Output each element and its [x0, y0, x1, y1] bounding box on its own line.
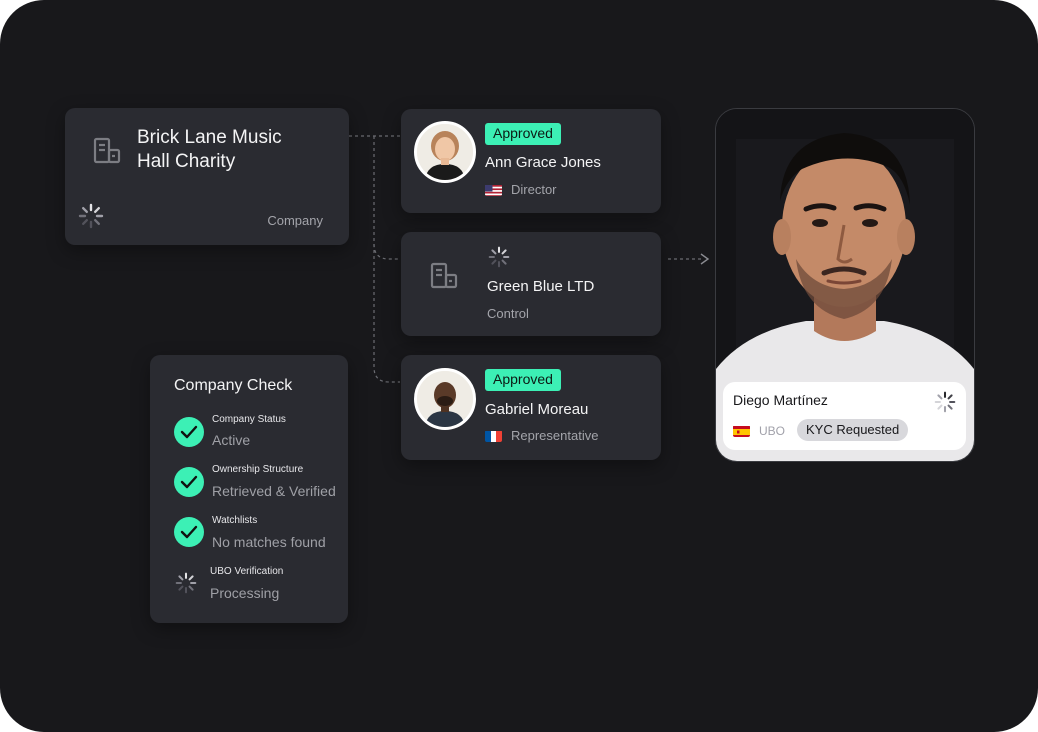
loading-spinner-icon — [934, 391, 956, 413]
ubo-info-panel: Diego Martínez UBO KYC Requested — [723, 382, 966, 450]
check-label: UBO Verification — [210, 566, 284, 577]
check-label: Watchlists — [212, 515, 258, 526]
check-value: Active — [212, 432, 251, 448]
company-check-title: Company Check — [174, 377, 293, 394]
check-label: Ownership Structure — [212, 464, 304, 475]
building-icon — [430, 262, 458, 289]
entity-name: Green Blue LTD — [487, 278, 595, 295]
person-name: Gabriel Moreau — [485, 401, 589, 418]
company-card[interactable]: Brick Lane Music Hall Charity Company — [65, 108, 349, 245]
company-check-card: Company Check Company Status Active Owne… — [150, 355, 348, 623]
status-badge: Approved — [485, 369, 561, 391]
building-icon — [93, 137, 121, 164]
company-name: Brick Lane Music Hall Charity — [137, 126, 282, 174]
check-icon — [174, 467, 204, 497]
company-name-line1: Brick Lane Music — [137, 127, 282, 148]
check-value: Retrieved & Verified — [212, 483, 336, 499]
person-photo — [417, 371, 473, 427]
kyc-status-badge: KYC Requested — [797, 419, 909, 441]
check-value: Processing — [210, 585, 280, 601]
avatar — [414, 368, 476, 430]
avatar — [414, 121, 476, 183]
loading-spinner-icon — [175, 572, 197, 594]
us-flag-icon — [485, 184, 502, 196]
person-role: Director — [511, 182, 557, 197]
check-icon — [174, 517, 204, 547]
person-name: Ann Grace Jones — [485, 154, 601, 171]
person-photo — [417, 124, 473, 180]
es-flag-icon — [733, 425, 750, 437]
status-badge: Approved — [485, 123, 561, 145]
app-frame: Brick Lane Music Hall Charity Company Ap… — [0, 0, 1038, 732]
ubo-role: UBO — [759, 424, 786, 438]
entity-card-gabriel-moreau[interactable]: Approved Gabriel Moreau Representative — [401, 355, 661, 460]
person-role: Representative — [511, 428, 599, 443]
check-value: No matches found — [212, 534, 326, 550]
entity-card-green-blue-ltd[interactable]: Green Blue LTD Control — [401, 232, 661, 336]
company-type: Company — [267, 213, 323, 228]
entity-role: Control — [487, 306, 529, 321]
loading-spinner-icon — [78, 203, 104, 229]
check-label: Company Status — [212, 414, 286, 425]
loading-spinner-icon — [488, 246, 510, 268]
ubo-card[interactable]: Diego Martínez UBO KYC Requested — [715, 108, 975, 462]
entity-card-ann-grace-jones[interactable]: Approved Ann Grace Jones Director — [401, 109, 661, 213]
fr-flag-icon — [485, 430, 502, 442]
company-name-line2: Hall Charity — [137, 151, 236, 172]
ubo-name: Diego Martínez — [733, 392, 828, 408]
check-icon — [174, 417, 204, 447]
